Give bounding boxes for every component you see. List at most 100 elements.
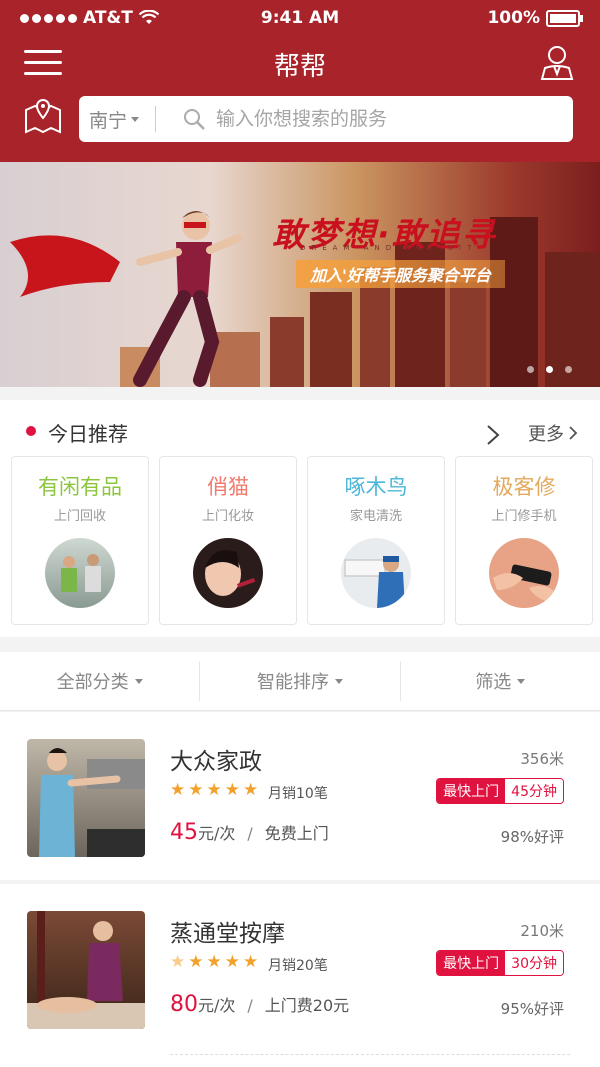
filter-sort[interactable]: 智能排序 — [200, 661, 401, 701]
listing-price: 45 元/次 / 免费上门 — [170, 820, 329, 845]
filter-bar: 全部分类 智能排序 筛选 — [0, 652, 600, 711]
search-input[interactable] — [214, 107, 558, 131]
recommend-card[interactable]: 啄木鸟 家电清洗 — [307, 456, 445, 625]
rating-stars: ★ ★ ★ ★ ★ — [170, 954, 258, 971]
badge-time: 30分钟 — [505, 951, 563, 975]
card-subtitle: 家电清洗 — [349, 509, 402, 524]
caret-down-icon — [134, 678, 143, 684]
star-half-icon: ★ — [170, 952, 186, 972]
more-link[interactable]: 更多 — [528, 420, 578, 446]
red-dot-icon — [26, 426, 36, 436]
carousel-dot[interactable] — [546, 366, 553, 373]
badge-time: 45分钟 — [505, 779, 563, 803]
star-icon: ★ — [188, 780, 204, 800]
price-amount: 80 — [170, 992, 198, 1017]
fastest-badge: 最快上门 30分钟 — [436, 950, 564, 976]
more-label: 更多 — [528, 424, 564, 445]
list-item[interactable]: 大众家政 356米 ★ ★ ★ ★ ★ 月销10笔 最快上门 45分钟 45 元… — [0, 712, 600, 880]
filter-screen-label: 筛选 — [475, 672, 512, 693]
visit-fee: 免费上门 — [264, 824, 329, 843]
app-header: AT&T 9:41 AM 100% 帮帮 南宁 — [0, 0, 600, 162]
visit-fee: 上门费20元 — [264, 996, 350, 1015]
chevron-right-icon — [569, 426, 578, 440]
banner-building — [450, 282, 486, 387]
banner-tagline: DREAM AND PURSUIT — [300, 244, 478, 252]
user-icon[interactable] — [540, 44, 574, 80]
list-item[interactable]: 蒸通堂按摩 210米 ★ ★ ★ ★ ★ 月销20笔 最快上门 30分钟 80 … — [0, 884, 600, 1067]
carousel-indicator[interactable] — [527, 366, 572, 373]
recommend-card[interactable]: 有闲有品 上门回收 — [11, 456, 149, 625]
praise-rate: 98%好评 — [500, 828, 564, 846]
caret-down-icon — [334, 678, 343, 684]
search-divider — [155, 106, 156, 132]
card-name: 啄木鸟 — [344, 475, 408, 499]
city-selector[interactable]: 南宁 — [79, 106, 155, 133]
praise-rate: 95%好评 — [500, 1000, 564, 1018]
card-subtitle: 上门修手机 — [491, 509, 557, 524]
listing-distance: 210米 — [520, 922, 564, 940]
card-name: 极客修 — [492, 475, 556, 499]
banner-building — [270, 317, 304, 387]
battery-info: 100% — [487, 8, 583, 28]
price-separator: / — [247, 996, 253, 1015]
today-recommend-section: 今日推荐 更多 有闲有品 上门回收 俏猫 上门化妆 啄木鸟 家电清洗 极客修 上… — [0, 400, 600, 637]
star-icon: ★ — [243, 952, 259, 972]
star-icon: ★ — [206, 952, 222, 972]
chevron-right-icon[interactable] — [486, 424, 500, 446]
price-unit: 元/次 — [198, 824, 236, 843]
price-unit: 元/次 — [198, 996, 236, 1015]
map-location-icon[interactable] — [24, 96, 62, 134]
rating-stars: ★ ★ ★ ★ ★ — [170, 782, 258, 799]
monthly-sales: 月销10笔 — [268, 786, 328, 802]
search-icon — [184, 109, 205, 130]
star-icon: ★ — [188, 952, 204, 972]
star-icon: ★ — [170, 780, 186, 800]
card-name: 有闲有品 — [38, 475, 122, 499]
card-image — [341, 538, 411, 608]
battery-icon — [546, 9, 583, 27]
status-bar: AT&T 9:41 AM 100% — [0, 8, 600, 34]
search-bar[interactable]: 南宁 — [79, 96, 573, 142]
promo-banner[interactable]: 敢梦想·敢追寻 DREAM AND PURSUIT 加入'好帮手服务聚合平台 — [0, 162, 600, 387]
recommend-card[interactable]: 俏猫 上门化妆 — [159, 456, 297, 625]
recommend-title: 今日推荐 — [48, 422, 128, 446]
filter-category-label: 全部分类 — [56, 672, 129, 693]
star-icon: ★ — [224, 780, 240, 800]
caret-down-icon — [131, 116, 140, 122]
monthly-sales: 月销20笔 — [268, 958, 328, 974]
card-image — [489, 538, 559, 608]
card-image — [45, 538, 115, 608]
listing-name: 大众家政 — [170, 749, 262, 775]
listing-name: 蒸通堂按摩 — [170, 921, 285, 947]
card-image — [193, 538, 263, 608]
price-amount: 45 — [170, 820, 198, 845]
carousel-dot[interactable] — [527, 366, 534, 373]
recommend-header: 今日推荐 更多 — [0, 400, 600, 456]
fastest-badge: 最快上门 45分钟 — [436, 778, 564, 804]
card-subtitle: 上门化妆 — [201, 509, 254, 524]
row-divider — [170, 1054, 570, 1055]
star-icon: ★ — [206, 780, 222, 800]
banner-building — [490, 217, 538, 387]
card-name: 俏猫 — [207, 475, 249, 499]
girl-hero-illustration — [10, 211, 242, 387]
carousel-dot[interactable] — [565, 366, 572, 373]
filter-sort-label: 智能排序 — [256, 672, 329, 693]
listing-distance: 356米 — [520, 750, 564, 768]
card-subtitle: 上门回收 — [53, 509, 106, 524]
caret-down-icon — [517, 678, 526, 684]
filter-category[interactable]: 全部分类 — [0, 661, 201, 701]
battery-percent: 100% — [487, 8, 540, 28]
badge-label: 最快上门 — [437, 779, 506, 803]
price-separator: / — [247, 824, 253, 843]
listing-thumbnail — [27, 911, 145, 1029]
badge-label: 最快上门 — [437, 951, 506, 975]
page-title: 帮帮 — [273, 52, 326, 82]
filter-screen[interactable]: 筛选 — [401, 661, 600, 701]
recommend-card[interactable]: 极客修 上门修手机 — [455, 456, 593, 625]
star-icon: ★ — [224, 952, 240, 972]
recommend-cards: 有闲有品 上门回收 俏猫 上门化妆 啄木鸟 家电清洗 极客修 上门修手机 — [11, 456, 593, 625]
listing-price: 80 元/次 / 上门费20元 — [170, 992, 349, 1017]
banner-subline: 加入'好帮手服务聚合平台 — [296, 260, 505, 288]
listing-thumbnail — [27, 739, 145, 857]
